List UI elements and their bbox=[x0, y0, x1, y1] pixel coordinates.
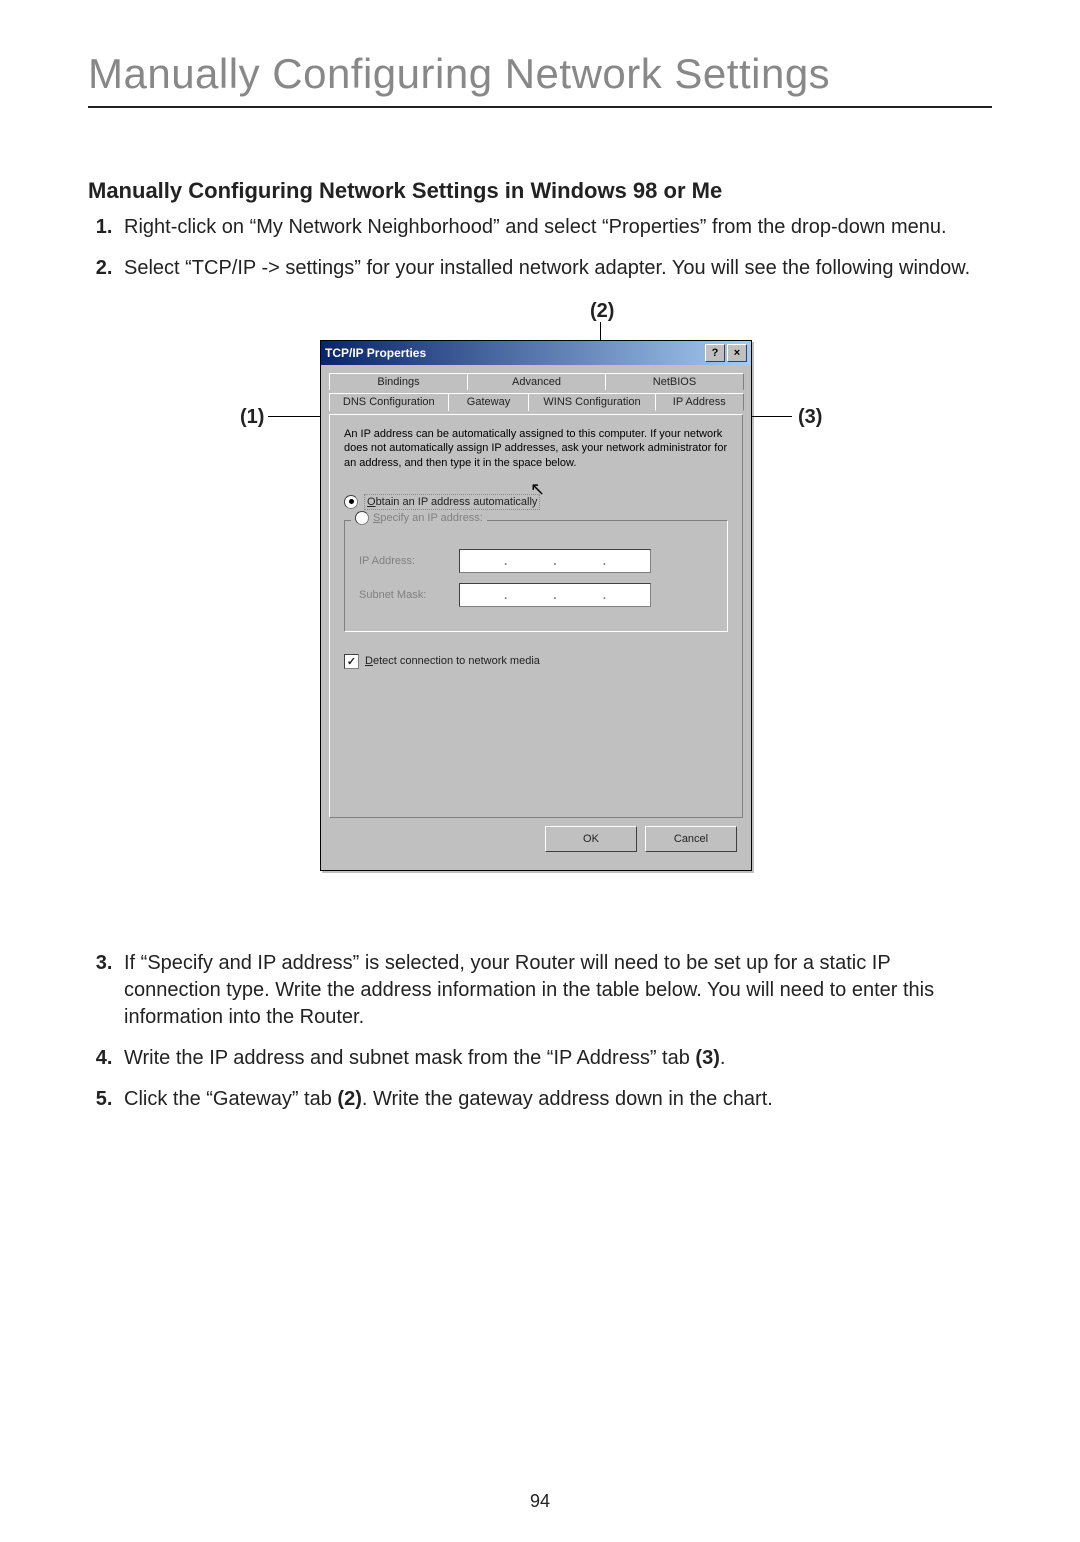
tab-dns-configuration[interactable]: DNS Configuration bbox=[329, 393, 449, 411]
cancel-button[interactable]: Cancel bbox=[645, 826, 737, 852]
radio-dot-empty-icon bbox=[355, 511, 369, 525]
radio-obtain-auto-label: Obtain an IP address automatically bbox=[364, 494, 540, 510]
step-3: If “Specify and IP address” is selected,… bbox=[118, 950, 992, 1031]
ip-address-input[interactable]: ... bbox=[459, 549, 651, 573]
callout-1-line bbox=[268, 416, 328, 417]
info-text: An IP address can be automatically assig… bbox=[344, 427, 728, 470]
callout-1: (1) bbox=[240, 406, 264, 429]
dialog-figure: (2) (1) (3) TCP/IP Properties ? × Bindin… bbox=[240, 300, 840, 920]
detect-connection-label: Detect connection to network media bbox=[365, 655, 540, 667]
steps-list-bottom: If “Specify and IP address” is selected,… bbox=[88, 950, 992, 1113]
cursor-icon: ↖ bbox=[530, 479, 545, 500]
page-number: 94 bbox=[0, 1491, 1080, 1512]
tab-bindings[interactable]: Bindings bbox=[329, 373, 468, 390]
ok-button[interactable]: OK bbox=[545, 826, 637, 852]
ip-address-label: IP Address: bbox=[359, 555, 459, 567]
step-4: Write the IP address and subnet mask fro… bbox=[118, 1045, 992, 1072]
tcpip-properties-dialog: TCP/IP Properties ? × Bindings Advanced … bbox=[320, 340, 752, 871]
close-button[interactable]: × bbox=[727, 344, 747, 362]
callout-3: (3) bbox=[798, 406, 822, 429]
radio-specify-ip[interactable]: Specify an IP address: bbox=[351, 511, 487, 525]
checkbox-checked-icon: ✓ bbox=[344, 654, 359, 669]
tab-row-front: DNS Configuration Gateway WINS Configura… bbox=[329, 393, 743, 411]
tab-advanced[interactable]: Advanced bbox=[467, 373, 606, 390]
tabstrip: Bindings Advanced NetBIOS DNS Configurat… bbox=[329, 373, 743, 415]
step-5: Click the “Gateway” tab (2). Write the g… bbox=[118, 1086, 992, 1113]
subnet-mask-input[interactable]: ... bbox=[459, 583, 651, 607]
tab-content-ip-address: An IP address can be automatically assig… bbox=[329, 414, 743, 818]
subnet-mask-label: Subnet Mask: bbox=[359, 589, 459, 601]
help-button[interactable]: ? bbox=[705, 344, 725, 362]
dialog-body: Bindings Advanced NetBIOS DNS Configurat… bbox=[321, 365, 751, 870]
tab-ip-address[interactable]: IP Address bbox=[655, 393, 744, 411]
tab-row-back: Bindings Advanced NetBIOS bbox=[329, 373, 743, 390]
title-rule bbox=[88, 106, 992, 108]
radio-specify-ip-label: Specify an IP address: bbox=[373, 512, 483, 524]
section-heading: Manually Configuring Network Settings in… bbox=[88, 178, 992, 204]
step-2: Select “TCP/IP -> settings” for your ins… bbox=[118, 255, 992, 282]
callout-2: (2) bbox=[590, 300, 614, 323]
tab-gateway[interactable]: Gateway bbox=[448, 393, 530, 411]
steps-list-top: Right-click on “My Network Neighborhood”… bbox=[88, 214, 992, 282]
ip-address-row: IP Address: ... bbox=[359, 549, 713, 573]
tab-wins-configuration[interactable]: WINS Configuration bbox=[528, 393, 655, 411]
radio-dot-selected-icon bbox=[344, 495, 358, 509]
specify-ip-group: Specify an IP address: IP Address: ... S… bbox=[344, 520, 728, 632]
subnet-mask-row: Subnet Mask: ... bbox=[359, 583, 713, 607]
titlebar: TCP/IP Properties ? × bbox=[321, 341, 751, 365]
dialog-title: TCP/IP Properties bbox=[325, 346, 703, 360]
page-title: Manually Configuring Network Settings bbox=[88, 50, 992, 98]
dialog-button-row: OK Cancel bbox=[329, 818, 743, 862]
detect-connection-checkbox[interactable]: ✓ Detect connection to network media bbox=[344, 654, 728, 669]
step-1: Right-click on “My Network Neighborhood”… bbox=[118, 214, 992, 241]
tab-netbios[interactable]: NetBIOS bbox=[605, 373, 744, 390]
